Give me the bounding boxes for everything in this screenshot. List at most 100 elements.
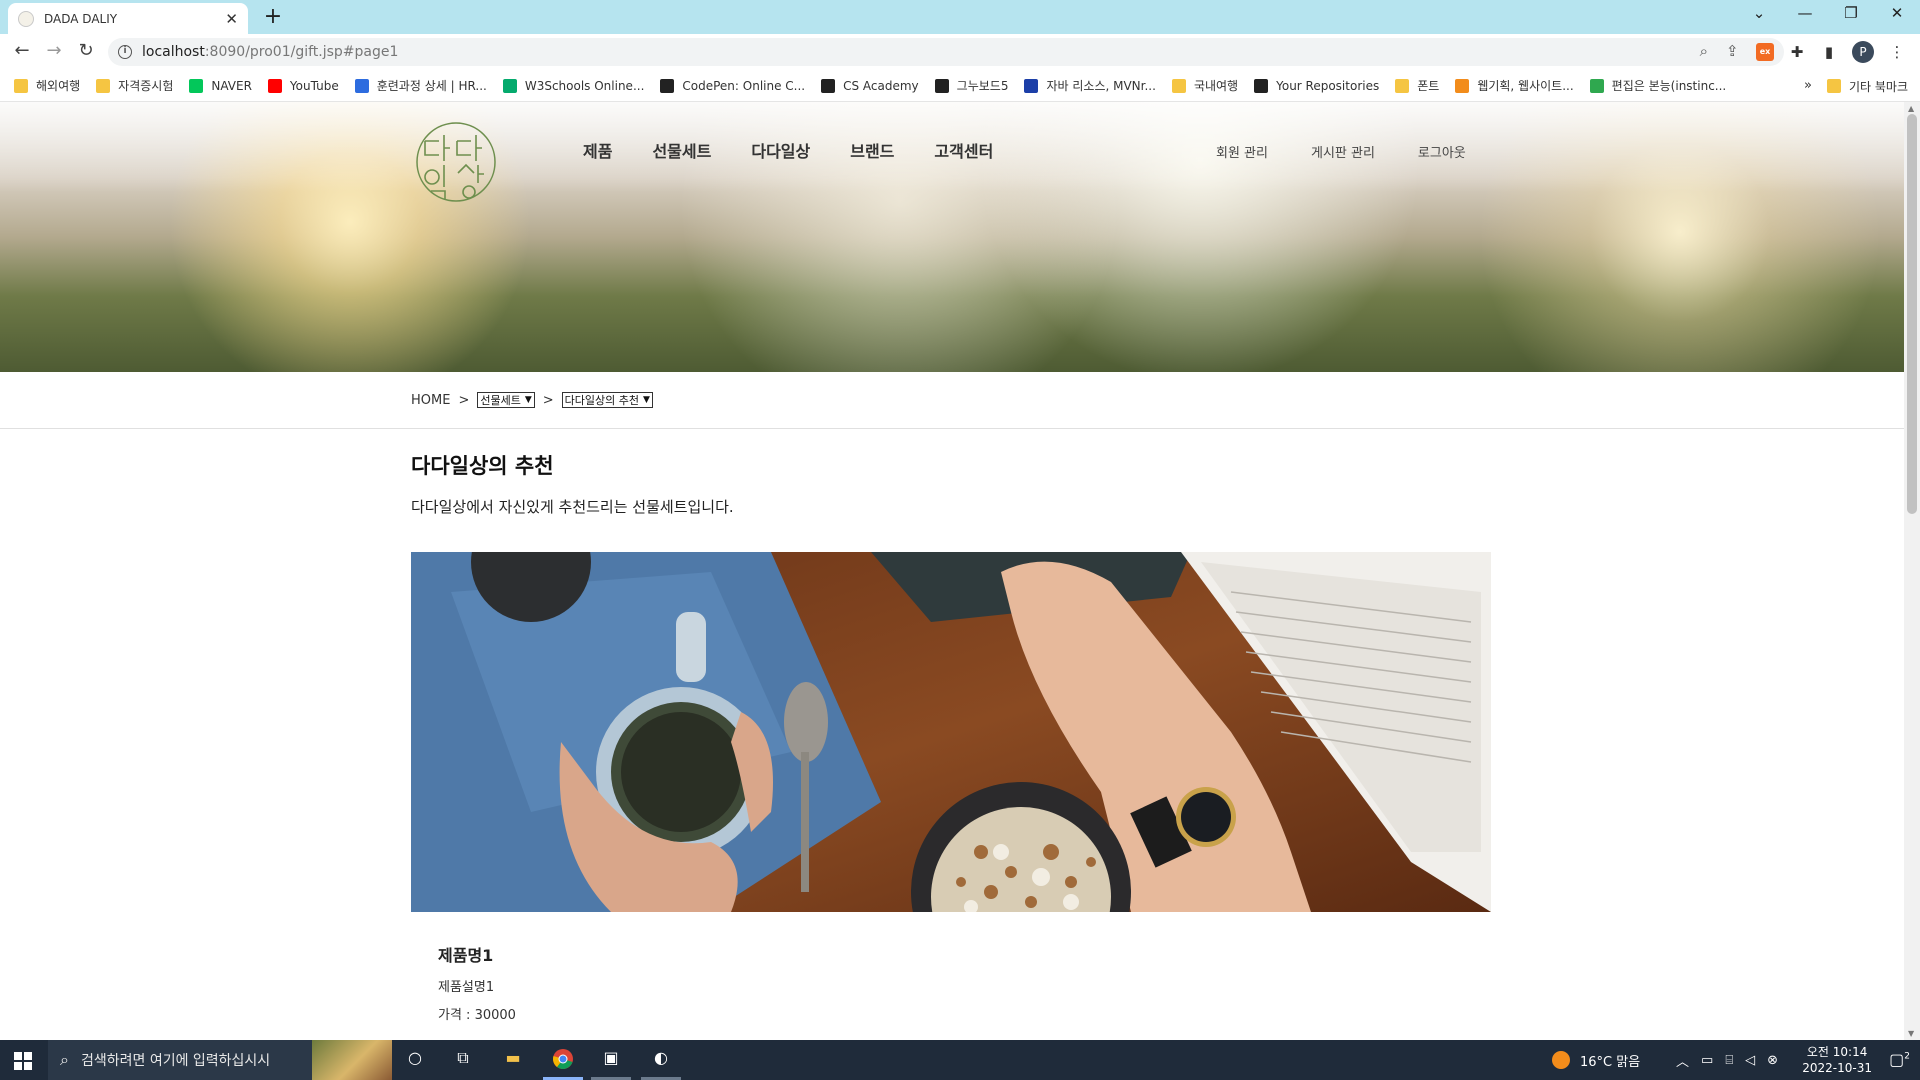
product-name[interactable]: 제품명1 bbox=[438, 942, 493, 966]
close-circle-icon[interactable]: ⊗ bbox=[1767, 1053, 1778, 1068]
scroll-thumb[interactable] bbox=[1907, 114, 1917, 514]
category-select[interactable]: 선물세트 ▼ bbox=[477, 392, 535, 408]
bookmark-codepen[interactable]: CodePen: Online C... bbox=[660, 78, 806, 93]
bookmark-w3schools[interactable]: W3Schools Online... bbox=[502, 78, 645, 93]
product-image[interactable] bbox=[411, 552, 1491, 912]
eclipse-icon[interactable]: ◐ bbox=[648, 1048, 674, 1072]
subcategory-select[interactable]: 다다일상의 추천 ▼ bbox=[561, 392, 653, 408]
reload-icon[interactable]: ↻ bbox=[74, 40, 98, 61]
notification-count: 2 bbox=[1904, 1051, 1910, 1062]
other-bookmarks-label: 기타 북마크 bbox=[1848, 79, 1908, 94]
zoom-icon[interactable]: ⌕ bbox=[1700, 42, 1708, 60]
menu-kebab-icon[interactable]: ⋮ bbox=[1888, 43, 1906, 61]
system-clock[interactable]: 오전 10:14 2022-10-31 bbox=[1802, 1044, 1872, 1076]
browser-tab[interactable]: DADA DALIY ✕ bbox=[8, 3, 248, 34]
chrome-icon[interactable] bbox=[550, 1048, 576, 1072]
main-navigation: 제품 선물세트 다다일상 브랜드 고객센터 bbox=[583, 138, 1033, 162]
bookmark-gnuboard[interactable]: 그누보드5 bbox=[934, 77, 1009, 94]
taskbar-search-box[interactable]: ⌕ 검색하려면 여기에 입력하십시시 bbox=[48, 1040, 392, 1080]
bookmark-label: 국내여행 bbox=[1193, 79, 1239, 93]
bookmark-naver[interactable]: NAVER bbox=[189, 78, 252, 93]
youtube-icon bbox=[267, 78, 282, 93]
scroll-up-icon[interactable]: ▲ bbox=[1908, 104, 1914, 113]
app-icon[interactable]: ▣ bbox=[598, 1048, 624, 1072]
logout-link[interactable]: 로그아웃 bbox=[1418, 142, 1466, 161]
windows-start-icon[interactable] bbox=[14, 1052, 32, 1070]
breadcrumb-home[interactable]: HOME bbox=[411, 393, 450, 408]
dada-logo[interactable] bbox=[411, 121, 502, 204]
minimize-button[interactable]: — bbox=[1790, 4, 1820, 22]
new-tab-button[interactable]: + bbox=[260, 4, 286, 29]
bookmark-folder[interactable]: 해외여행 bbox=[14, 77, 80, 94]
address-bar[interactable]: i localhost:8090/pro01/gift.jsp#page1 ⌕ … bbox=[108, 38, 1784, 66]
nav-brand[interactable]: 브랜드 bbox=[850, 138, 894, 162]
subcategory-select-value: 다다일상의 추천 bbox=[564, 394, 640, 407]
webplan-icon bbox=[1455, 78, 1470, 93]
site-info-icon[interactable]: i bbox=[118, 45, 132, 59]
page-viewport: 제품 선물세트 다다일상 브랜드 고객센터 회원 관리 게시판 관리 로그아웃 … bbox=[0, 102, 1904, 1040]
bookmark-edit[interactable]: 편집은 본능(instinc... bbox=[1589, 77, 1727, 94]
sun-icon bbox=[1552, 1051, 1570, 1069]
extension-icon[interactable]: ex bbox=[1756, 43, 1774, 61]
bookmark-youtube[interactable]: YouTube bbox=[267, 78, 339, 93]
bookmark-folder[interactable]: 자격증시험 bbox=[96, 77, 173, 94]
bookmark-webplan[interactable]: 웹기획, 웹사이트... bbox=[1455, 77, 1574, 94]
w3schools-icon bbox=[502, 78, 517, 93]
bookmark-hrd[interactable]: 훈련과정 상세 | HR... bbox=[354, 77, 487, 94]
volume-muted-icon[interactable]: ◁ bbox=[1745, 1053, 1755, 1068]
bookmarks-overflow-button[interactable]: » bbox=[1804, 78, 1812, 93]
bookmark-cs-academy[interactable]: CS Academy bbox=[821, 78, 919, 93]
folder-icon bbox=[1826, 79, 1841, 93]
share-icon[interactable]: ⇪ bbox=[1726, 42, 1739, 60]
utility-menu: 회원 관리 게시판 관리 로그아웃 bbox=[1216, 142, 1509, 161]
puzzle-icon[interactable]: ✚ bbox=[1788, 43, 1806, 61]
nav-gift-sets[interactable]: 선물세트 bbox=[652, 138, 711, 162]
nav-dada-daily[interactable]: 다다일상 bbox=[751, 138, 810, 162]
page-scrollbar[interactable]: ▲ ▼ bbox=[1904, 102, 1920, 1040]
bookmark-github[interactable]: Your Repositories bbox=[1254, 78, 1379, 93]
side-panel-icon[interactable]: ▮ bbox=[1820, 43, 1838, 61]
nav-customer-center[interactable]: 고객센터 bbox=[934, 138, 993, 162]
product-price: 가격 : 30000 bbox=[438, 1008, 516, 1023]
bookmark-label: CodePen: Online C... bbox=[682, 78, 806, 93]
search-icon: ⌕ bbox=[60, 1050, 69, 1069]
bookmark-label: CS Academy bbox=[843, 78, 919, 93]
task-view-icon[interactable]: ⧉ bbox=[450, 1048, 476, 1072]
bookmark-folder[interactable]: 국내여행 bbox=[1171, 77, 1239, 94]
weather-widget[interactable]: 16°C 맑음 bbox=[1552, 1040, 1640, 1080]
close-window-button[interactable]: ✕ bbox=[1882, 4, 1912, 22]
cortana-icon[interactable]: ○ bbox=[402, 1048, 428, 1072]
chevron-down-icon: ▼ bbox=[524, 395, 532, 405]
back-icon[interactable]: ← bbox=[10, 40, 34, 61]
forward-icon[interactable]: → bbox=[42, 40, 66, 61]
network-icon[interactable]: ⌸ bbox=[1725, 1053, 1733, 1068]
product-description: 제품설명1 bbox=[438, 980, 495, 995]
hrd-icon bbox=[354, 78, 369, 93]
meet-icon[interactable]: ▭ bbox=[1701, 1053, 1713, 1068]
file-explorer-icon[interactable]: ▬ bbox=[500, 1048, 526, 1072]
divider bbox=[0, 428, 1904, 429]
restore-button[interactable]: ❐ bbox=[1836, 4, 1866, 22]
naver-icon bbox=[189, 78, 204, 93]
clock-time: 오전 10:14 bbox=[1806, 1045, 1868, 1059]
other-bookmarks[interactable]: 기타 북마크 bbox=[1826, 70, 1908, 101]
tab-search-icon[interactable]: ⌄ bbox=[1744, 4, 1774, 22]
profile-avatar[interactable]: P bbox=[1852, 41, 1874, 63]
bookmark-label: W3Schools Online... bbox=[524, 78, 645, 93]
scroll-down-icon[interactable]: ▼ bbox=[1908, 1029, 1914, 1038]
bookmark-label: 그누보드5 bbox=[956, 79, 1009, 93]
bookmark-label: NAVER bbox=[211, 78, 252, 93]
board-management-link[interactable]: 게시판 관리 bbox=[1311, 142, 1375, 161]
bookmark-label: YouTube bbox=[289, 78, 339, 93]
close-tab-icon[interactable]: ✕ bbox=[225, 10, 238, 28]
bookmark-label: 편집은 본능(instinc... bbox=[1611, 79, 1727, 93]
nav-products[interactable]: 제품 bbox=[583, 138, 612, 162]
breadcrumb-separator: > bbox=[542, 392, 554, 408]
taskbar-search-placeholder: 검색하려면 여기에 입력하십시시 bbox=[80, 1053, 271, 1069]
notification-icon[interactable]: ▢2 bbox=[1889, 1050, 1910, 1069]
chevron-up-icon[interactable]: ︿ bbox=[1676, 1051, 1689, 1070]
breadcrumb: HOME > 선물세트 ▼ > 다다일상의 추천 ▼ bbox=[411, 392, 653, 408]
bookmark-mvn[interactable]: 자바 리소스, MVNr... bbox=[1024, 77, 1156, 94]
member-management-link[interactable]: 회원 관리 bbox=[1216, 142, 1268, 161]
bookmark-folder[interactable]: 폰트 bbox=[1395, 77, 1439, 94]
